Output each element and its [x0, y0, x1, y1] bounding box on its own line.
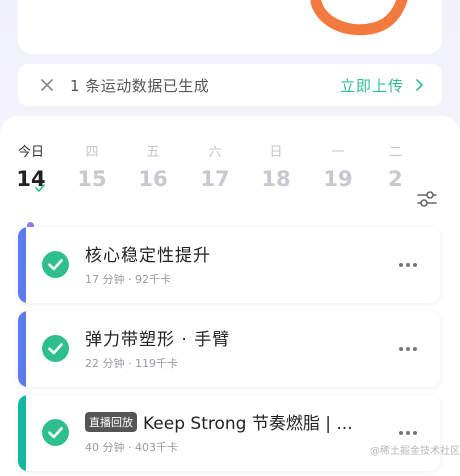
day-date: 14 [16, 167, 46, 191]
day-sat[interactable]: 六 17 [195, 144, 235, 192]
day-weekday: 五 [146, 145, 160, 160]
notice-message: 1 条运动数据已生成 [70, 76, 210, 95]
day-date: 17 [200, 167, 230, 191]
day-today[interactable]: 今日 14 [11, 144, 51, 192]
day-tue[interactable]: 二 2 [375, 144, 411, 192]
upload-notice: 1 条运动数据已生成 立即上传 [18, 64, 442, 106]
more-options-icon[interactable] [398, 346, 418, 352]
close-icon[interactable] [38, 76, 56, 94]
day-weekday: 四 [85, 145, 99, 160]
activity-title: Keep Strong 节奏燃脂 | ... [143, 414, 353, 434]
day-date: 2 [388, 167, 403, 191]
completed-check-icon [42, 335, 69, 362]
day-date: 15 [77, 167, 107, 191]
chevron-right-icon[interactable] [412, 78, 426, 92]
day-weekday: 二 [389, 145, 403, 160]
completed-check-icon [42, 419, 69, 446]
more-options-icon[interactable] [398, 430, 418, 436]
day-fri[interactable]: 五 16 [133, 144, 173, 192]
day-weekday: 日 [269, 145, 283, 160]
upload-now-button[interactable]: 立即上传 [340, 75, 404, 96]
day-mon[interactable]: 一 19 [318, 144, 358, 192]
completed-check-icon [42, 251, 69, 278]
activity-ring-icon [310, 0, 408, 36]
activity-meta: 22 分钟 · 119千卡 [85, 357, 178, 370]
activity-title: 弹力带塑形 · 手臂 [85, 330, 231, 350]
activity-meta: 40 分钟 · 403千卡 [85, 441, 178, 454]
card-accent-bar [18, 227, 26, 303]
day-date: 16 [138, 167, 168, 191]
day-weekday: 一 [331, 145, 345, 160]
filter-sliders-icon[interactable] [416, 188, 438, 210]
summary-card [18, 0, 442, 54]
day-date: 18 [261, 167, 291, 191]
activity-meta: 17 分钟 · 92千卡 [85, 273, 171, 286]
activity-title-row: 直播回放 Keep Strong 节奏燃脂 | ... [85, 409, 353, 434]
day-weekday: 今日 [17, 145, 44, 160]
day-sun[interactable]: 日 18 [256, 144, 296, 192]
live-replay-badge: 直播回放 [85, 412, 137, 432]
date-strip: 今日 14 四 15 五 16 六 17 日 18 一 19 二 2 [0, 144, 460, 229]
activity-card[interactable]: 弹力带塑形 · 手臂 22 分钟 · 119千卡 [18, 311, 440, 387]
day-thu[interactable]: 四 15 [72, 144, 112, 192]
check-mark-icon [35, 184, 45, 192]
activity-title: 核心稳定性提升 [85, 246, 211, 266]
day-weekday: 六 [208, 145, 222, 160]
activity-card[interactable]: 核心稳定性提升 17 分钟 · 92千卡 [18, 227, 440, 303]
card-accent-bar [18, 311, 26, 387]
more-options-icon[interactable] [398, 262, 418, 268]
day-date: 19 [323, 167, 353, 191]
watermark: @稀土掘金技术社区 [370, 446, 460, 457]
